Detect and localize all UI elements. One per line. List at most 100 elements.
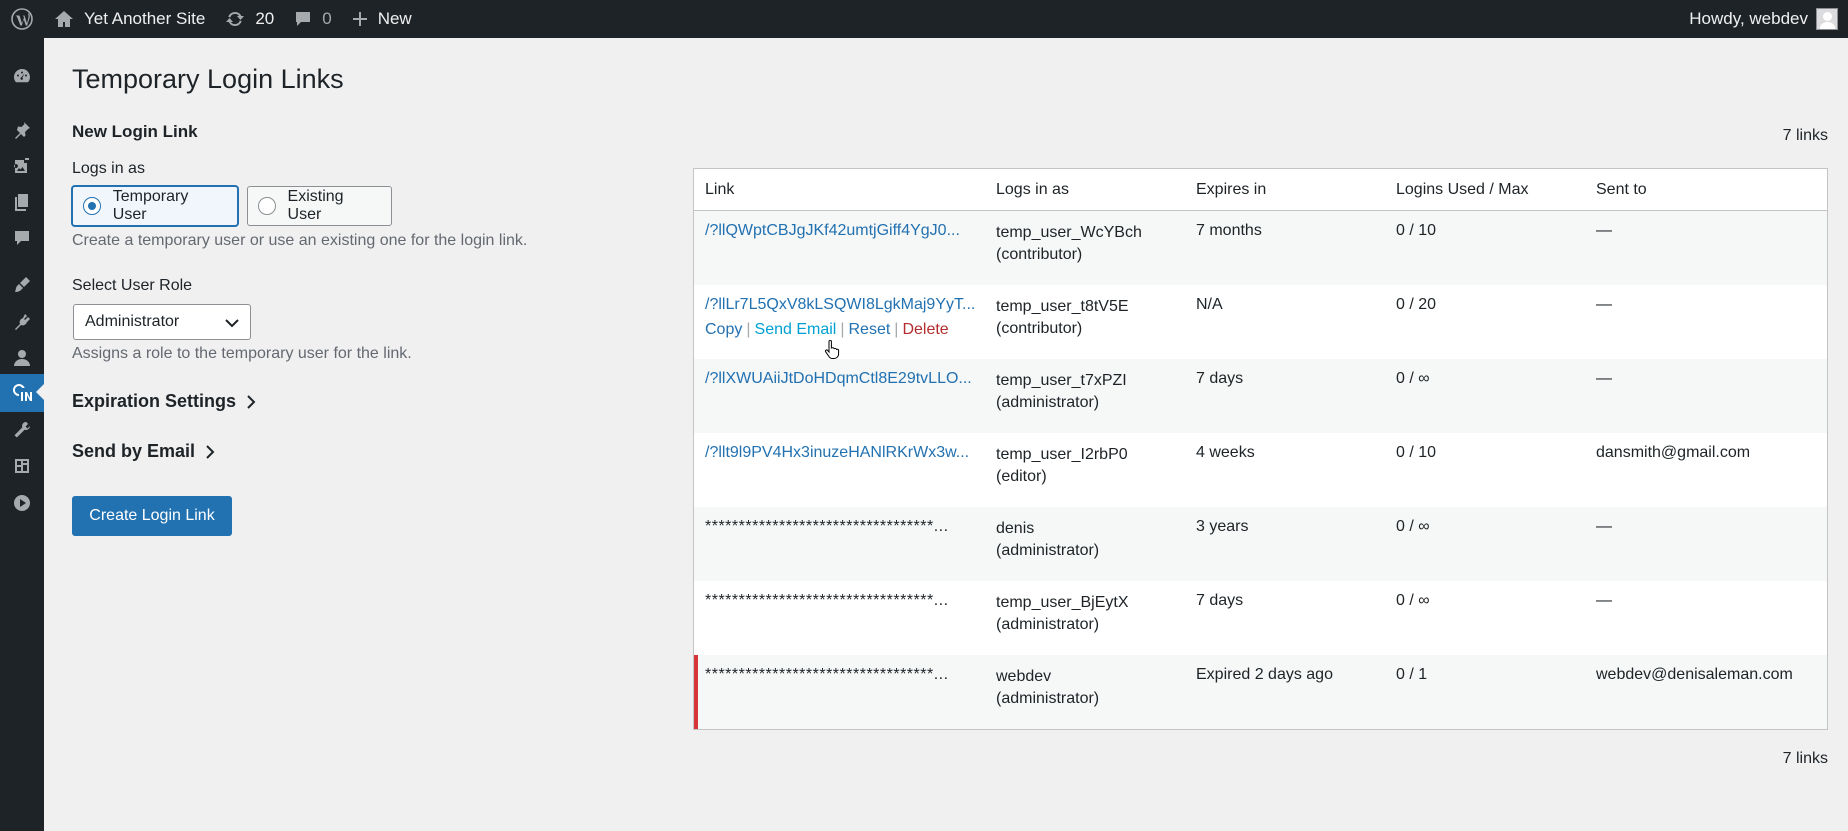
pages-icon[interactable]	[0, 184, 44, 220]
user-name: temp_user_BjEytX	[996, 594, 1129, 611]
user-role: (contributor)	[996, 246, 1083, 263]
logins-value: 0 / 10	[1396, 222, 1437, 239]
column-sent-to: Sent to	[1596, 180, 1647, 198]
updates-link[interactable]: 20	[215, 0, 284, 38]
login-links-table: Link Logs in as Expires in Logins Used /…	[693, 168, 1828, 730]
comment-bubble-icon	[296, 12, 311, 26]
plus-icon	[352, 12, 367, 26]
expires-value: N/A	[1196, 296, 1223, 313]
users-icon[interactable]	[0, 340, 44, 376]
user-role: (contributor)	[996, 320, 1083, 337]
action-separator: |	[840, 321, 845, 338]
masked-link: **********************************...	[705, 666, 949, 683]
avatar	[1816, 8, 1838, 30]
chevron-right-icon	[206, 444, 215, 459]
table-row: /?llXWUAiiJtDoHDqmCtl8E29tvLLO... temp_u…	[694, 359, 1827, 433]
radio-selected-icon[interactable]	[83, 197, 101, 215]
login-link[interactable]: /?llLr7L5QxV8kLSQWI8LgkMaj9YyT...	[705, 296, 985, 314]
link-count-top: 7 links	[1782, 127, 1828, 144]
expires-value: 7 days	[1196, 370, 1244, 387]
user-role: (administrator)	[996, 394, 1100, 411]
media-icon[interactable]	[0, 148, 44, 184]
comments-link[interactable]: 0	[284, 0, 341, 38]
table-row: /?llLr7L5QxV8kLSQWI8LgkMaj9YyT... Copy | S…	[694, 285, 1827, 359]
page-title: Temporary Login Links	[72, 64, 344, 94]
temporary-login-icon[interactable]	[0, 374, 44, 412]
send-by-email-label: Send by Email	[72, 441, 196, 461]
action-separator: |	[894, 321, 899, 338]
temporary-user-option[interactable]: Temporary User	[72, 186, 238, 226]
home-icon	[55, 11, 73, 27]
login-link[interactable]: /?llt9l9PV4Hx3inuzeHANlRKrWx3w...	[705, 444, 985, 462]
role-label: Select User Role	[72, 277, 193, 294]
howdy-text: Howdy, webdev	[1689, 9, 1808, 28]
table-row: **********************************... te…	[694, 581, 1827, 655]
login-link[interactable]: /?llQWptCBJgJKf42umtjGiff4YgJ0...	[705, 222, 985, 240]
expiration-settings-label: Expiration Settings	[72, 391, 237, 411]
appearance-brush-icon[interactable]	[0, 267, 44, 303]
settings-icon[interactable]	[0, 448, 44, 484]
temporary-user-label: Temporary User	[112, 188, 189, 223]
send-by-email-toggle[interactable]: Send by Email	[72, 441, 215, 462]
create-login-link-button[interactable]: Create Login Link	[72, 496, 232, 536]
login-link[interactable]: /?llXWUAiiJtDoHDqmCtl8E29tvLLO...	[705, 370, 985, 388]
wordpress-logo-icon[interactable]	[0, 0, 44, 38]
new-label: New	[377, 9, 412, 28]
table-row: **********************************... de…	[694, 507, 1827, 581]
user-role: (administrator)	[996, 542, 1100, 559]
new-content-link[interactable]: New	[342, 0, 422, 38]
column-logins-used: Logins Used / Max	[1396, 180, 1529, 198]
masked-link: **********************************...	[705, 518, 949, 535]
logins-value: 0 / ∞	[1396, 592, 1430, 609]
user-name: temp_user_t7xPZI	[996, 372, 1127, 389]
expiration-settings-toggle[interactable]: Expiration Settings	[72, 391, 256, 412]
logins-value: 0 / ∞	[1396, 518, 1430, 535]
column-expires-in: Expires in	[1196, 180, 1267, 198]
admin-bar: Yet Another Site 20 0 New Howdy, webdev	[0, 0, 1848, 38]
logins-value: 0 / 1	[1396, 666, 1428, 683]
comments-icon[interactable]	[0, 220, 44, 256]
role-select[interactable]: Administrator	[73, 304, 251, 340]
chevron-down-icon	[225, 319, 239, 328]
hand-cursor-icon	[825, 340, 840, 359]
admin-menu	[0, 38, 44, 831]
column-logs-in-as: Logs in as	[996, 180, 1069, 198]
radio-unselected-icon[interactable]	[258, 197, 276, 215]
table-row-expired: **********************************... we…	[694, 655, 1827, 729]
column-link: Link	[705, 180, 735, 198]
logs-in-as-label: Logs in as	[72, 160, 145, 177]
sent-to-value: webdev@denisaleman.com	[1596, 666, 1793, 683]
sent-to-value: —	[1596, 518, 1612, 535]
role-selected-value: Administrator	[85, 313, 180, 330]
existing-user-label: Existing User	[287, 188, 344, 223]
posts-pin-icon[interactable]	[0, 112, 44, 148]
row-actions: Copy | Send Email | Reset | Delete	[705, 321, 996, 339]
my-account[interactable]: Howdy, webdev	[1689, 8, 1848, 30]
user-name: webdev	[996, 668, 1052, 685]
masked-link: **********************************...	[705, 592, 949, 609]
logs-in-as-description: Create a temporary user or use an existi…	[72, 232, 528, 249]
action-separator: |	[746, 321, 751, 338]
sent-to-value: —	[1596, 222, 1612, 239]
copy-action[interactable]: Copy	[705, 321, 742, 338]
user-name: temp_user_I2rbP0	[996, 446, 1128, 463]
logins-value: 0 / 10	[1396, 444, 1437, 461]
chevron-right-icon	[247, 394, 256, 409]
site-name-link[interactable]: Yet Another Site	[44, 0, 215, 38]
expires-value: 4 weeks	[1196, 444, 1255, 461]
role-description: Assigns a role to the temporary user for…	[72, 345, 412, 362]
existing-user-option[interactable]: Existing User	[247, 186, 392, 226]
send-email-action[interactable]: Send Email	[755, 321, 837, 338]
delete-action[interactable]: Delete	[902, 321, 948, 338]
expires-value: Expired 2 days ago	[1196, 666, 1333, 683]
user-name: denis	[996, 520, 1035, 537]
sent-to-value: —	[1596, 296, 1612, 313]
play-icon[interactable]	[0, 485, 44, 521]
dashboard-icon[interactable]	[0, 58, 44, 94]
reset-action[interactable]: Reset	[849, 321, 891, 338]
user-role: (administrator)	[996, 690, 1100, 707]
tools-wrench-icon[interactable]	[0, 412, 44, 448]
user-name: temp_user_t8tV5E	[996, 298, 1129, 315]
plugins-icon[interactable]	[0, 304, 44, 340]
expires-value: 3 years	[1196, 518, 1249, 535]
